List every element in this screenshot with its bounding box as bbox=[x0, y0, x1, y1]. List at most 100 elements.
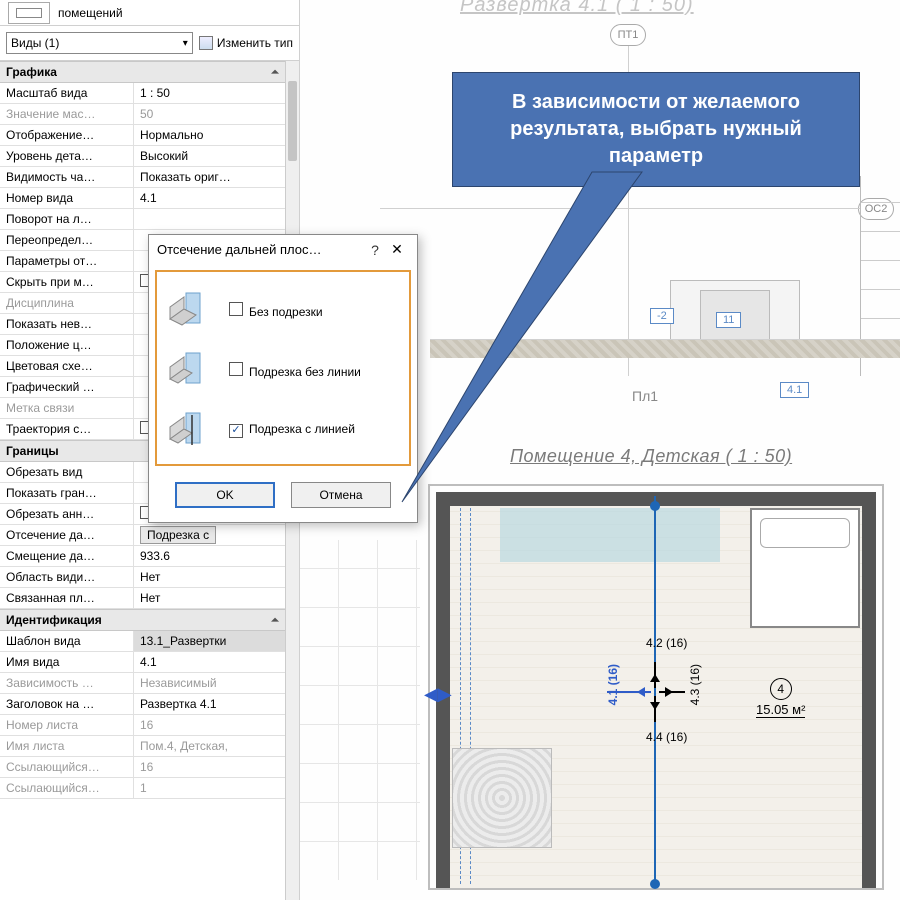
property-value[interactable]: Независимый bbox=[134, 673, 285, 693]
property-row[interactable]: Область види…Нет bbox=[0, 567, 285, 588]
type-selector[interactable]: Виды (1) ▾ bbox=[6, 32, 193, 54]
property-value[interactable]: Подрезка с bbox=[134, 525, 285, 545]
property-value[interactable]: 1 : 50 bbox=[134, 83, 285, 103]
property-label: Зависимость … bbox=[0, 673, 134, 693]
option-no-clip-label: Без подрезки bbox=[249, 305, 323, 319]
property-value[interactable]: Нормально bbox=[134, 125, 285, 145]
property-value[interactable]: 13.1_Развертки bbox=[134, 631, 285, 651]
property-row[interactable]: Ссылающийся…1 bbox=[0, 778, 285, 799]
property-label: Обрезать анн… bbox=[0, 504, 134, 524]
dialog-title: Отсечение дальней плос… bbox=[157, 242, 365, 257]
property-label: Обрезать вид bbox=[0, 462, 134, 482]
checkbox-clip-with-line[interactable] bbox=[229, 424, 243, 438]
property-value[interactable]: 4.1 bbox=[134, 652, 285, 672]
dim-south: 4.4 (16) bbox=[646, 730, 687, 744]
property-value[interactable]: 16 bbox=[134, 757, 285, 777]
property-row[interactable]: Смещение да…933.6 bbox=[0, 546, 285, 567]
property-value[interactable] bbox=[134, 209, 285, 229]
edit-type-label: Изменить тип bbox=[217, 36, 293, 50]
property-label: Метка связи bbox=[0, 398, 134, 418]
property-label: Переопредел… bbox=[0, 230, 134, 250]
ok-button[interactable]: OK bbox=[175, 482, 275, 508]
property-value[interactable]: Нет bbox=[134, 588, 285, 608]
property-label: Траектория с… bbox=[0, 419, 134, 439]
property-row[interactable]: Шаблон вида13.1_Развертки bbox=[0, 631, 285, 652]
dialog-options-frame: Без подрезки Подрезка без линии Подрезка… bbox=[155, 270, 411, 466]
view-tag-41: 4.1 bbox=[780, 382, 809, 398]
property-label: Масштаб вида bbox=[0, 83, 134, 103]
property-label: Показать нев… bbox=[0, 314, 134, 334]
property-row[interactable]: Видимость ча…Показать ориг… bbox=[0, 167, 285, 188]
clip-none-icon bbox=[165, 288, 211, 332]
dim-north: 4.2 (16) bbox=[646, 636, 687, 650]
dim-east: 4.3 (16) bbox=[688, 664, 702, 705]
close-icon[interactable]: ✕ bbox=[385, 241, 409, 258]
property-label: Положение ц… bbox=[0, 335, 134, 355]
property-label: Отображение… bbox=[0, 125, 134, 145]
property-value[interactable]: Показать ориг… bbox=[134, 167, 285, 187]
property-label: Смещение да… bbox=[0, 546, 134, 566]
group-header[interactable]: Графика⏶ bbox=[0, 61, 285, 83]
property-label: Номер вида bbox=[0, 188, 134, 208]
property-value[interactable]: Нет bbox=[134, 567, 285, 587]
family-thumb-icon bbox=[8, 2, 50, 24]
checkbox-clip-no-line[interactable] bbox=[229, 362, 243, 376]
option-clip-with-line[interactable]: Подрезка с линией bbox=[161, 400, 405, 460]
property-value[interactable]: Пом.4, Детская, bbox=[134, 736, 285, 756]
group-header[interactable]: Идентификация⏶ bbox=[0, 609, 285, 631]
family-type-sub: помещений bbox=[58, 6, 123, 20]
property-row[interactable]: Отсечение да… Подрезка с bbox=[0, 525, 285, 546]
property-label: Графический … bbox=[0, 377, 134, 397]
dim-west: 4.1 (16) bbox=[606, 664, 620, 705]
property-row[interactable]: Поворот на л… bbox=[0, 209, 285, 230]
property-row[interactable]: Связанная пл…Нет bbox=[0, 588, 285, 609]
option-clip-no-line-label: Подрезка без линии bbox=[249, 365, 361, 379]
property-value[interactable]: Развертка 4.1 bbox=[134, 694, 285, 714]
type-selector-label: Виды (1) bbox=[11, 36, 59, 50]
annotation-callout: В зависимости от желаемого результата, в… bbox=[452, 72, 860, 187]
drag-handle-icon[interactable]: ◀▶ bbox=[424, 684, 452, 705]
option-no-clip[interactable]: Без подрезки bbox=[161, 280, 405, 340]
property-label: Значение мас… bbox=[0, 104, 134, 124]
help-icon[interactable]: ? bbox=[365, 242, 385, 258]
option-clip-no-line[interactable]: Подрезка без линии bbox=[161, 340, 405, 400]
option-clip-with-line-label: Подрезка с линией bbox=[249, 422, 355, 436]
property-row[interactable]: Номер вида4.1 bbox=[0, 188, 285, 209]
property-label: Область види… bbox=[0, 567, 134, 587]
property-label: Отсечение да… bbox=[0, 525, 134, 545]
plan-viewport: 4.2 (16) 4.3 (16) 4.4 (16) 4.1 (16) 4 15… bbox=[428, 484, 884, 890]
property-value[interactable]: 50 bbox=[134, 104, 285, 124]
property-label: Поворот на л… bbox=[0, 209, 134, 229]
property-row[interactable]: Ссылающийся…16 bbox=[0, 757, 285, 778]
clip-line-icon bbox=[165, 408, 211, 452]
property-label: Шаблон вида bbox=[0, 631, 134, 651]
inline-button[interactable]: Подрезка с bbox=[140, 526, 216, 544]
property-value[interactable]: 16 bbox=[134, 715, 285, 735]
property-row[interactable]: Отображение…Нормально bbox=[0, 125, 285, 146]
view-direction-cross[interactable] bbox=[625, 662, 685, 722]
property-row[interactable]: Номер листа16 bbox=[0, 715, 285, 736]
property-row[interactable]: Уровень дета…Высокий bbox=[0, 146, 285, 167]
property-label: Уровень дета… bbox=[0, 146, 134, 166]
room-tag-11: 11 bbox=[716, 312, 741, 328]
property-label: Заголовок на … bbox=[0, 694, 134, 714]
property-row[interactable]: Заголовок на …Развертка 4.1 bbox=[0, 694, 285, 715]
room-number: 4 bbox=[770, 678, 792, 700]
property-label: Имя листа bbox=[0, 736, 134, 756]
property-value[interactable]: 4.1 bbox=[134, 188, 285, 208]
property-label: Показать гран… bbox=[0, 483, 134, 503]
cancel-button[interactable]: Отмена bbox=[291, 482, 391, 508]
edit-type-button[interactable]: Изменить тип bbox=[199, 36, 293, 50]
property-value[interactable]: 933.6 bbox=[134, 546, 285, 566]
property-row[interactable]: Значение мас…50 bbox=[0, 104, 285, 125]
property-value[interactable]: 1 bbox=[134, 778, 285, 798]
property-row[interactable]: Имя вида4.1 bbox=[0, 652, 285, 673]
sheet-grid bbox=[300, 540, 420, 880]
property-label: Скрыть при м… bbox=[0, 272, 134, 292]
property-row[interactable]: Имя листаПом.4, Детская, bbox=[0, 736, 285, 757]
checkbox-no-clip[interactable] bbox=[229, 302, 243, 316]
property-value[interactable]: Высокий bbox=[134, 146, 285, 166]
property-row[interactable]: Масштаб вида1 : 50 bbox=[0, 83, 285, 104]
property-label: Дисциплина bbox=[0, 293, 134, 313]
property-row[interactable]: Зависимость …Независимый bbox=[0, 673, 285, 694]
